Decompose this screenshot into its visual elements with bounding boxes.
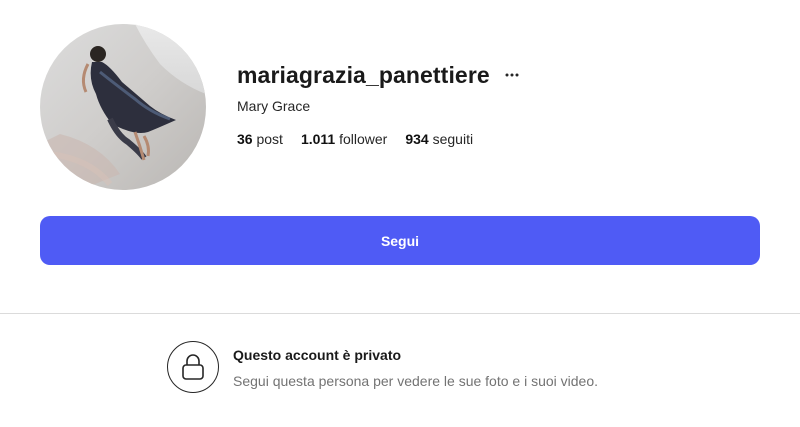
profile-page: mariagrazia_panettiere Mary Grace 36 pos…	[0, 0, 800, 427]
followers-label: follower	[339, 131, 388, 147]
private-account-title: Questo account è privato	[233, 347, 402, 363]
followers-count: 1.011	[300, 131, 336, 147]
following-label: seguiti	[432, 131, 474, 147]
followers-stat[interactable]: 1.011 follower	[301, 131, 387, 147]
profile-stats: 36 post 1.011 follower 934 seguiti	[237, 131, 473, 147]
following-stat[interactable]: 934 seguiti	[405, 131, 473, 147]
following-count: 934	[405, 131, 429, 147]
private-account-description: Segui questa persona per vedere le sue f…	[233, 373, 599, 389]
posts-count: 36	[237, 131, 253, 147]
posts-label: post	[256, 131, 283, 147]
more-horizontal-icon	[505, 73, 519, 77]
more-options-button[interactable]	[504, 65, 520, 85]
full-name: Mary Grace	[237, 98, 311, 114]
avatar-image	[40, 24, 206, 190]
section-divider	[0, 313, 800, 314]
username: mariagrazia_panettiere	[237, 61, 490, 88]
follow-button[interactable]: Segui	[40, 216, 760, 265]
lock-icon-circle	[167, 341, 219, 393]
posts-stat: 36 post	[237, 131, 283, 147]
username-row: mariagrazia_panettiere	[237, 58, 520, 92]
lock-icon	[182, 354, 204, 380]
avatar[interactable]	[40, 24, 206, 190]
